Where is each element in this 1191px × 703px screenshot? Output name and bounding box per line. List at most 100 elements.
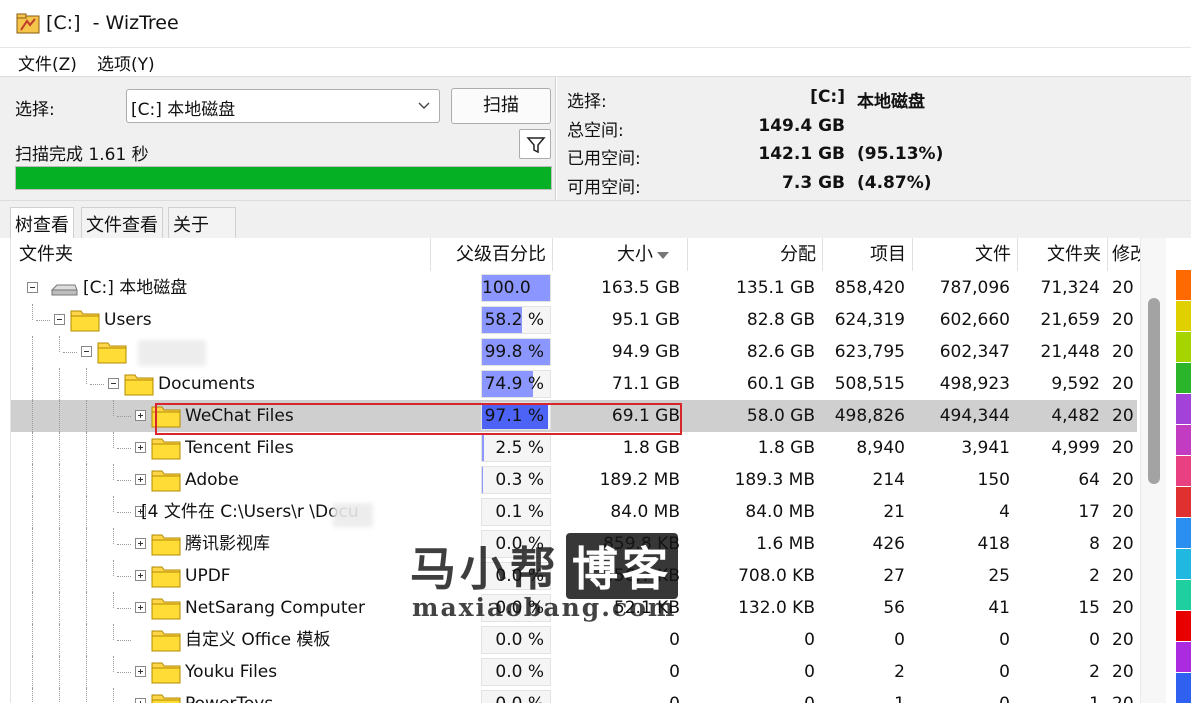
parent-percent-value: 0.1 %: [495, 502, 544, 522]
column-items[interactable]: 项目: [823, 238, 913, 271]
tab-about[interactable]: 关于: [168, 207, 236, 239]
tree-connector: [86, 656, 87, 688]
cell-size: 84.0 MB: [610, 502, 680, 522]
tree-connector: [113, 528, 114, 544]
expand-icon[interactable]: [135, 474, 146, 485]
cell-items: 214: [872, 470, 905, 490]
folder-name: Adobe: [185, 470, 239, 490]
column-files[interactable]: 文件: [913, 238, 1018, 271]
menu-file[interactable]: 文件(Z): [18, 50, 77, 75]
cell-items: 1: [823, 688, 905, 703]
table-row[interactable]: 腾讯影视库 0.0 % 859.8 KB 1.6 MB 426 418 8 20: [11, 528, 1137, 560]
parent-percent-bar: 99.8 %: [481, 338, 551, 366]
column-folder[interactable]: 文件夹: [11, 238, 431, 271]
wiztree-app-icon: [16, 13, 40, 34]
cell-items: 8,940: [856, 438, 905, 458]
tree-connector: [59, 464, 60, 496]
table-row[interactable]: 自定义 Office 模板 0.0 % 0 0 0 0 0 20: [11, 624, 1137, 656]
tree-connector: [117, 672, 131, 673]
parent-percent-value: 97.1 %: [484, 406, 544, 426]
palette-swatch: [1176, 611, 1191, 642]
parent-percent-bar: 58.2 %: [481, 306, 551, 334]
tab-file-view[interactable]: 文件查看: [81, 207, 163, 239]
table-row[interactable]: Adobe 0.3 % 189.2 MB 189.3 MB 214 150 64 20: [11, 464, 1137, 496]
table-row-selected[interactable]: WeChat Files 97.1 % 69.1 GB 58.0 GB 498,826 4…: [11, 400, 1137, 432]
table-row[interactable]: PowerToys0.0 %0010120: [11, 688, 1137, 703]
table-row[interactable]: NetSarang Computer 0.0 % 52.1 KB 132.0 KB 56…: [11, 592, 1137, 624]
expand-icon[interactable]: [135, 538, 146, 549]
info-select-label: 选择:: [567, 92, 607, 112]
parent-percent-bar: 0.0 %: [481, 562, 551, 590]
folder-name: Documents: [158, 374, 255, 394]
palette-swatch: [1176, 425, 1191, 456]
parent-percent-value: 58.2 %: [484, 310, 544, 330]
expand-icon[interactable]: [135, 442, 146, 453]
tree-connector: [90, 384, 104, 385]
expand-icon[interactable]: [135, 570, 146, 581]
cell-size: 0: [669, 630, 680, 650]
cell-files: 418: [977, 534, 1010, 554]
table-row[interactable]: Documents 74.9 % 71.1 GB 60.1 GB 508,515 498,…: [11, 368, 1137, 400]
parent-percent-value: 0.0 %: [495, 534, 544, 554]
cell-files: 150: [977, 470, 1010, 490]
expand-icon[interactable]: [135, 602, 146, 613]
cell-modified: 20: [1112, 630, 1134, 650]
tree-connector: [117, 544, 131, 545]
tree-connector: [59, 368, 60, 400]
tree-connector: [117, 608, 131, 609]
folder-name: 腾讯影视库: [185, 534, 270, 554]
table-row[interactable]: Users 58.2 % 95.1 GB 82.8 GB 624,319 602,660 2…: [11, 304, 1137, 336]
cell-alloc: 135.1 GB: [736, 278, 815, 298]
vertical-scrollbar[interactable]: [1140, 238, 1166, 703]
expand-icon[interactable]: [135, 410, 146, 421]
drive-select[interactable]: [C:] 本地磁盘: [126, 89, 440, 123]
parent-percent-bar: 0.1 %: [481, 498, 551, 526]
tree-connector: [59, 432, 60, 464]
parent-percent-fill: [482, 435, 484, 461]
cell-folders: 0: [1089, 630, 1100, 650]
parent-percent-bar: 0.0 %: [481, 658, 551, 686]
scrollbar-thumb[interactable]: [1148, 298, 1160, 484]
folder-name: Tencent Files: [185, 438, 294, 458]
cell-folders: 2: [1089, 662, 1100, 682]
expand-icon[interactable]: [135, 698, 146, 703]
folder-icon: [151, 598, 181, 620]
tree-connector: [32, 688, 33, 703]
menu-bar: 文件(Z) 选项(Y): [0, 48, 1191, 76]
tree-connector: [32, 624, 33, 656]
parent-percent-bar: 74.9 %: [481, 370, 551, 398]
palette-swatch: [1176, 673, 1191, 703]
tree-connector: [32, 592, 33, 624]
parent-percent-value: 0.3 %: [495, 470, 544, 490]
table-row[interactable]: Tencent Files 2.5 % 1.8 GB 1.8 GB 8,940 3,941…: [11, 432, 1137, 464]
cell-folders: 2: [1089, 566, 1100, 586]
cell-files: 0: [999, 662, 1010, 682]
collapse-icon[interactable]: [81, 346, 92, 357]
column-size[interactable]: 大小: [553, 238, 688, 271]
table-row[interactable]: [C:] 本地磁盘 100.0 % 163.5 GB 135.1 GB 858,420 7…: [11, 272, 1137, 324]
column-parent-percent[interactable]: 父级百分比: [431, 238, 553, 271]
filter-icon: [526, 137, 546, 154]
tree-connector: [59, 400, 60, 432]
cell-size: 189.2 MB: [599, 470, 680, 490]
table-row[interactable]: [4 文件在 C:\Users\r \Docu 0.1 % 84.0 MB 84.0 …: [11, 496, 1137, 528]
view-tabs: 树查看 文件查看 关于: [0, 200, 1191, 240]
info-drive-code: [C:]: [810, 87, 845, 107]
cell-files: 4: [999, 502, 1010, 522]
expand-icon[interactable]: [135, 666, 146, 677]
column-folders[interactable]: 文件夹: [1018, 238, 1108, 271]
collapse-icon[interactable]: [108, 378, 119, 389]
tab-tree-view[interactable]: 树查看: [10, 207, 74, 240]
parent-percent-value: 74.9 %: [484, 374, 544, 394]
tree-connector: [86, 688, 87, 703]
table-row[interactable]: UPDF 0.0 % 656.7 KB 708.0 KB 27 25 2 20: [11, 560, 1137, 592]
folder-tree-grid[interactable]: 文件夹 父级百分比 大小 分配 项目 文件 文件夹 修改时 [C:] 本地磁盘1…: [10, 238, 1166, 703]
collapse-icon[interactable]: [54, 314, 65, 325]
tree-connector: [117, 416, 131, 417]
column-allocated[interactable]: 分配: [688, 238, 823, 271]
collapse-icon[interactable]: [27, 282, 38, 293]
scan-button[interactable]: 扫描: [451, 88, 551, 124]
table-row[interactable]: Youku Files 0.0 % 0 0 2 0 2 20: [11, 656, 1137, 688]
filter-button[interactable]: [519, 129, 551, 159]
menu-options[interactable]: 选项(Y): [97, 50, 155, 75]
